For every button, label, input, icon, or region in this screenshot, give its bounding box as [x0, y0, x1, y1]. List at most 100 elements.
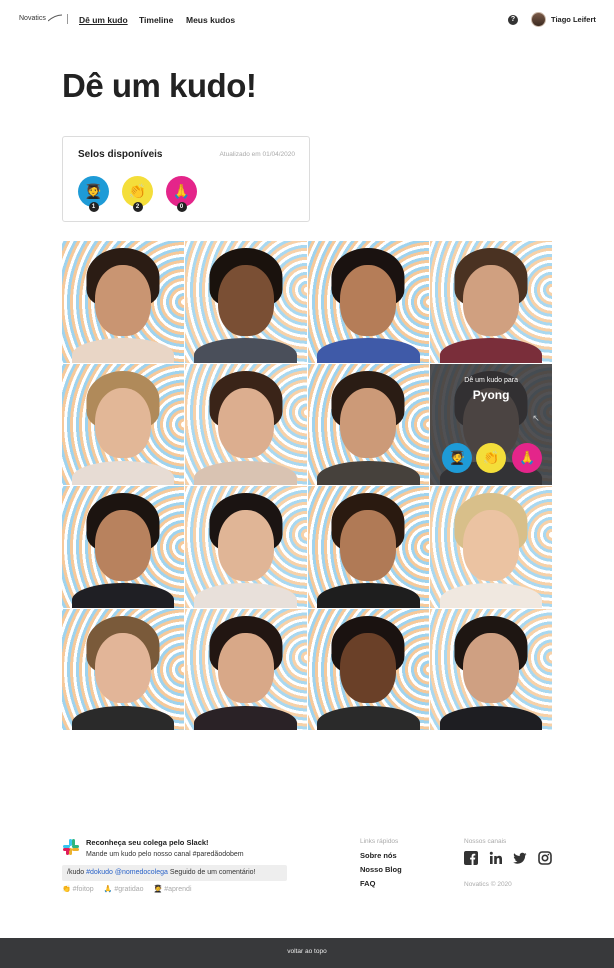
person-tile[interactable]	[307, 363, 430, 485]
badge-graduation-emoji-icon: 🧑‍🎓 1	[78, 176, 109, 212]
hashtag-gratidao: 🙏 #gratidao	[104, 885, 144, 893]
person-face	[217, 387, 274, 459]
person-face	[94, 387, 151, 459]
user-avatar[interactable]	[531, 12, 546, 27]
person-face	[217, 632, 274, 704]
give-graduation-emoji-button[interactable]: 🧑‍🎓	[442, 442, 473, 473]
command-mention: @nomedocolega	[114, 869, 168, 876]
person-tile[interactable]	[62, 486, 184, 608]
twitter-icon[interactable]	[513, 851, 527, 865]
person-face	[463, 632, 520, 704]
clapping-hands-icon: 👏	[62, 886, 71, 893]
badges-card-title: Selos disponíveis	[78, 149, 163, 160]
back-to-top-bar: voltar ao topo	[0, 938, 614, 968]
person-face	[217, 265, 274, 336]
command-prefix: /kudo	[67, 869, 85, 876]
person-tile[interactable]	[62, 241, 184, 363]
page-title: Dê um kudo!	[62, 67, 257, 104]
person-shoulders	[194, 338, 297, 363]
person-tile[interactable]	[184, 486, 307, 608]
badge-clapping-hands-icon: 👏 2	[122, 176, 153, 212]
badge-count: 2	[132, 202, 143, 212]
person-tile[interactable]	[62, 363, 184, 485]
instagram-icon[interactable]	[538, 851, 552, 865]
person-tile[interactable]	[307, 486, 430, 608]
person-shoulders	[71, 338, 175, 363]
person-face	[217, 510, 274, 581]
person-face	[340, 265, 397, 336]
folded-hands-icon: 🙏	[172, 183, 191, 199]
mouse-cursor-icon: ↖	[532, 412, 540, 423]
person-face	[94, 632, 151, 704]
channels-heading: Nossos canais	[464, 838, 507, 845]
help-icon[interactable]: ?	[508, 15, 518, 25]
person-tile[interactable]	[62, 608, 184, 730]
hashtag-label: #foitop	[72, 886, 94, 893]
nav-divider	[67, 14, 68, 24]
person-tile[interactable]: Dê um kudo para Pyong 🧑‍🎓 👏 🙏 ↖	[430, 363, 552, 485]
person-shoulders	[317, 338, 420, 363]
hashtag-label: #aprendi	[164, 886, 192, 893]
person-shoulders	[194, 583, 297, 608]
person-face	[463, 265, 520, 336]
person-face	[94, 510, 151, 581]
clapping-hands-icon: 👏	[483, 449, 500, 465]
nav-de-um-kudo[interactable]: Dê um kudo	[79, 15, 128, 25]
hashtag-aprendi: 🧑‍🎓 #aprendi	[154, 885, 192, 893]
slack-subtitle: Mande um kudo pelo nosso canal #paredãod…	[86, 851, 244, 858]
give-clapping-hands-button[interactable]: 👏	[476, 442, 507, 473]
command-suffix: Seguido de um comentário!	[169, 869, 256, 876]
facebook-icon[interactable]	[464, 851, 478, 865]
person-tile[interactable]	[307, 241, 430, 363]
badge-count: 0	[176, 202, 187, 212]
slack-command-example: /kudo #dokudo @nomedocolega Seguido de u…	[62, 865, 287, 881]
person-face	[340, 510, 397, 581]
hashtag-foitop: 👏 #foitop	[62, 885, 94, 893]
command-hashtag: #dokudo	[86, 869, 113, 876]
give-kudo-overlay: Dê um kudo para Pyong 🧑‍🎓 👏 🙏 ↖	[430, 363, 552, 485]
give-folded-hands-button[interactable]: 🙏	[512, 442, 543, 473]
folded-hands-icon: 🙏	[103, 886, 113, 893]
graduation-emoji-icon: 🧑‍🎓	[153, 886, 163, 893]
person-face	[463, 510, 520, 581]
nav-timeline[interactable]: Timeline	[139, 15, 173, 25]
link-faq[interactable]: FAQ	[360, 879, 375, 888]
link-sobre-nos[interactable]: Sobre nós	[360, 851, 397, 860]
person-tile[interactable]	[430, 486, 552, 608]
overlay-person-name: Pyong	[472, 387, 510, 402]
overlay-caption: Dê um kudo para	[464, 376, 518, 384]
person-tile[interactable]	[184, 241, 307, 363]
novatics-logo[interactable]: Novatics	[19, 14, 62, 22]
person-face	[340, 387, 397, 459]
hashtag-label: #gratidao	[114, 886, 144, 893]
badge-count: 1	[88, 202, 99, 212]
folded-hands-icon: 🙏	[519, 449, 536, 465]
slack-icon	[63, 839, 79, 855]
people-grid: Dê um kudo para Pyong 🧑‍🎓 👏 🙏 ↖	[62, 241, 552, 730]
link-nosso-blog[interactable]: Nosso Blog	[360, 865, 402, 874]
logo-swoosh-icon	[47, 14, 62, 22]
person-tile[interactable]	[184, 608, 307, 730]
badge-folded-hands-icon: 🙏 0	[166, 176, 197, 212]
person-shoulders	[71, 583, 175, 608]
slack-title: Reconheça seu colega pelo Slack!	[86, 838, 209, 847]
linkedin-icon[interactable]	[489, 851, 503, 865]
copyright-text: Novatics © 2020	[464, 881, 512, 888]
clapping-hands-icon: 👏	[128, 183, 147, 199]
person-shoulders	[317, 583, 420, 608]
user-name[interactable]: Tiago Leifert	[551, 15, 596, 24]
badges-updated-date: Atualizado em 01/04/2020	[219, 151, 295, 158]
top-navigation-bar: Novatics Dê um kudo Timeline Meus kudos …	[0, 0, 614, 40]
person-tile[interactable]	[430, 241, 552, 363]
graduation-emoji-icon: 🧑‍🎓	[449, 449, 466, 465]
person-tile[interactable]	[430, 608, 552, 730]
available-badges-card: Selos disponíveis Atualizado em 01/04/20…	[62, 136, 310, 222]
nav-meus-kudos[interactable]: Meus kudos	[186, 15, 235, 25]
logo-text: Novatics	[19, 14, 46, 22]
hashtag-list: 👏 #foitop 🙏 #gratidao 🧑‍🎓 #aprendi	[62, 885, 192, 893]
person-tile[interactable]	[184, 363, 307, 485]
quick-links-heading: Links rápidos	[360, 838, 399, 845]
graduation-emoji-icon: 🧑‍🎓	[84, 183, 103, 199]
person-tile[interactable]	[307, 608, 430, 730]
back-to-top-link[interactable]: voltar ao topo	[0, 948, 614, 955]
